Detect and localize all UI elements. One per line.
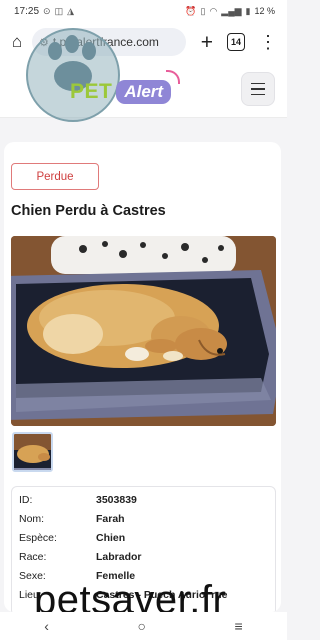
- tab-switcher-button[interactable]: 14: [227, 33, 245, 51]
- home-icon[interactable]: ⌂: [6, 32, 28, 52]
- messenger-icon: ⊙: [43, 5, 51, 16]
- back-icon[interactable]: ‹: [44, 618, 49, 634]
- dog-photo[interactable]: [11, 236, 276, 426]
- more-options-icon[interactable]: ⋮: [259, 33, 277, 51]
- recent-apps-icon[interactable]: ≡: [235, 618, 243, 634]
- detail-value: 3503839: [96, 494, 137, 506]
- detail-label: ID:: [19, 494, 33, 506]
- wifi-icon: ◠: [209, 5, 218, 16]
- detail-value: Labrador: [96, 551, 142, 563]
- alarm-icon: ⏰: [185, 5, 197, 16]
- detail-label: Nom:: [19, 513, 45, 525]
- navigation-icon: ◮: [67, 5, 75, 16]
- signal-wave-icon: [166, 70, 180, 84]
- status-bar: 17:25 ⊙ ◫ ◮ ⏰ ▯ ◠ ▂▄▆ ▮ 12 %: [0, 0, 287, 22]
- paw-toe-icon: [48, 42, 62, 60]
- logo-pet-text: PET: [70, 80, 113, 103]
- system-navigation-bar: ‹ ○ ≡: [0, 612, 287, 640]
- paw-toe-icon: [82, 42, 96, 60]
- new-tab-icon[interactable]: +: [201, 32, 213, 53]
- detail-value: Farah: [96, 513, 125, 525]
- detail-row-breed: Race: Labrador: [19, 551, 142, 563]
- detail-label: Espèce:: [19, 532, 57, 544]
- detail-label: Race:: [19, 551, 47, 563]
- battery-icon: ▮: [245, 5, 251, 16]
- site-header: PET Alert: [0, 28, 287, 122]
- signal-icon: ▂▄▆: [221, 5, 242, 16]
- home-nav-icon[interactable]: ○: [138, 618, 146, 634]
- page-title: Chien Perdu à Castres: [11, 203, 166, 219]
- menu-button[interactable]: [241, 72, 275, 106]
- detail-row-name: Nom: Farah: [19, 513, 125, 525]
- paw-toe-icon: [65, 35, 79, 53]
- detail-row-species: Espèce: Chien: [19, 532, 125, 544]
- logo-text: PET Alert: [70, 80, 172, 104]
- message-icon: ◫: [54, 5, 64, 16]
- vibrate-icon: ▯: [200, 5, 206, 16]
- status-time: 17:25: [14, 5, 40, 17]
- listing-card: Perdue Chien Perdu à Castres ID: 3503839…: [4, 142, 281, 612]
- logo-alert-text: Alert: [116, 80, 172, 104]
- status-badge: Perdue: [11, 163, 99, 190]
- battery-level: 12 %: [254, 6, 275, 16]
- pet-alert-logo[interactable]: PET Alert: [26, 28, 186, 122]
- detail-row-id: ID: 3503839: [19, 494, 137, 506]
- photo-thumbnail[interactable]: [12, 432, 53, 472]
- detail-value: Chien: [96, 532, 126, 544]
